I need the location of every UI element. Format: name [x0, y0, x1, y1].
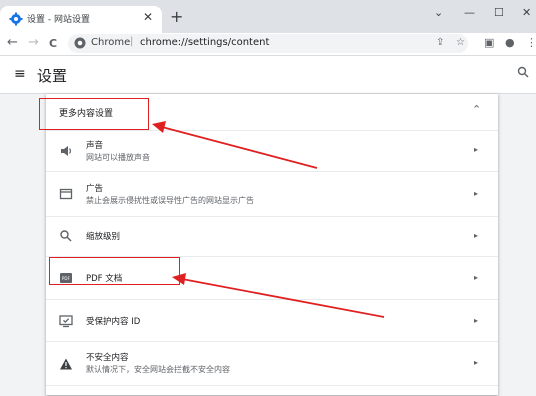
- star-icon[interactable]: ☆: [456, 37, 465, 48]
- ad-window-icon: [59, 188, 73, 200]
- menu-dots-icon[interactable]: ⋮: [526, 36, 536, 49]
- settings-row-protected-content[interactable]: 受保护内容 ID ▸: [46, 299, 498, 342]
- chevron-right-icon: ▸: [474, 145, 479, 154]
- chevron-right-icon: ▸: [474, 358, 479, 367]
- tab-title: 设置 - 网站设置: [27, 15, 90, 25]
- settings-gear-icon: [9, 12, 23, 26]
- settings-header: ≡ 设置: [0, 56, 536, 94]
- content-settings-card: 更多内容设置 ⌃ 声音 网站可以播放声音 ▸ 广告 禁止会展示侵扰性或误导性广告…: [46, 94, 498, 395]
- warning-icon: [60, 358, 72, 370]
- side-panel-icon[interactable]: ▣: [484, 36, 494, 49]
- chevron-right-icon: ▸: [474, 273, 479, 282]
- settings-row-ads[interactable]: 广告 禁止会展示侵扰性或误导性广告的网站显示广告 ▸: [46, 171, 498, 217]
- row-title: 广告: [86, 184, 104, 194]
- row-subtitle: 默认情况下，安全网站会拦截不安全内容: [86, 365, 230, 374]
- forward-button[interactable]: →: [28, 35, 39, 51]
- browser-toolbar: ← → C Chrome | chrome://settings/content…: [0, 33, 536, 56]
- highlight-box-pdf: [49, 257, 180, 285]
- url-text[interactable]: chrome://settings/content: [140, 37, 269, 48]
- tab-strip: 设置 - 网站设置 ✕ + ⌄ — ☐ ✕: [0, 0, 536, 33]
- tab-search-icon[interactable]: ⌄: [434, 6, 443, 19]
- protected-content-icon: [59, 315, 73, 328]
- close-window-button[interactable]: ✕: [522, 6, 531, 19]
- highlight-box-more-content: [39, 98, 149, 130]
- site-label: Chrome: [91, 37, 131, 48]
- omnibox-separator: |: [130, 36, 134, 47]
- settings-row-zoom[interactable]: 缩放级别 ▸: [46, 216, 498, 257]
- row-title: 不安全内容: [86, 353, 129, 363]
- back-button[interactable]: ←: [7, 35, 18, 51]
- chevron-right-icon: ▸: [474, 189, 479, 198]
- zoom-icon: [60, 230, 72, 242]
- settings-row-partial: [46, 385, 498, 396]
- new-tab-button[interactable]: +: [170, 9, 183, 25]
- chevron-right-icon: ▸: [474, 316, 479, 325]
- search-icon[interactable]: [517, 66, 529, 78]
- tab-settings[interactable]: 设置 - 网站设置 ✕: [0, 6, 162, 33]
- minimize-button[interactable]: —: [464, 6, 475, 19]
- settings-row-insecure-content[interactable]: 不安全内容 默认情况下，安全网站会拦截不安全内容 ▸: [46, 341, 498, 386]
- chrome-logo-icon: [74, 37, 86, 49]
- row-title: 受保护内容 ID: [86, 317, 141, 327]
- page-title: 设置: [37, 67, 68, 85]
- row-subtitle: 网站可以播放声音: [86, 153, 150, 162]
- share-icon[interactable]: ⇪: [436, 37, 444, 48]
- row-title: 缩放级别: [86, 232, 121, 242]
- chevron-right-icon: ▸: [474, 231, 479, 240]
- hamburger-menu-icon[interactable]: ≡: [14, 66, 26, 82]
- tab-close-icon[interactable]: ✕: [143, 10, 153, 24]
- collapse-caret-icon[interactable]: ⌃: [472, 103, 481, 116]
- row-title: 声音: [86, 141, 104, 151]
- speaker-icon: [61, 146, 71, 156]
- profile-icon[interactable]: ●: [505, 36, 515, 49]
- settings-row-sound[interactable]: 声音 网站可以播放声音 ▸: [46, 130, 498, 172]
- row-subtitle: 禁止会展示侵扰性或误导性广告的网站显示广告: [86, 196, 254, 205]
- maximize-button[interactable]: ☐: [494, 6, 504, 19]
- reload-button[interactable]: C: [49, 36, 57, 52]
- address-bar[interactable]: Chrome | chrome://settings/content ⇪ ☆: [68, 34, 468, 53]
